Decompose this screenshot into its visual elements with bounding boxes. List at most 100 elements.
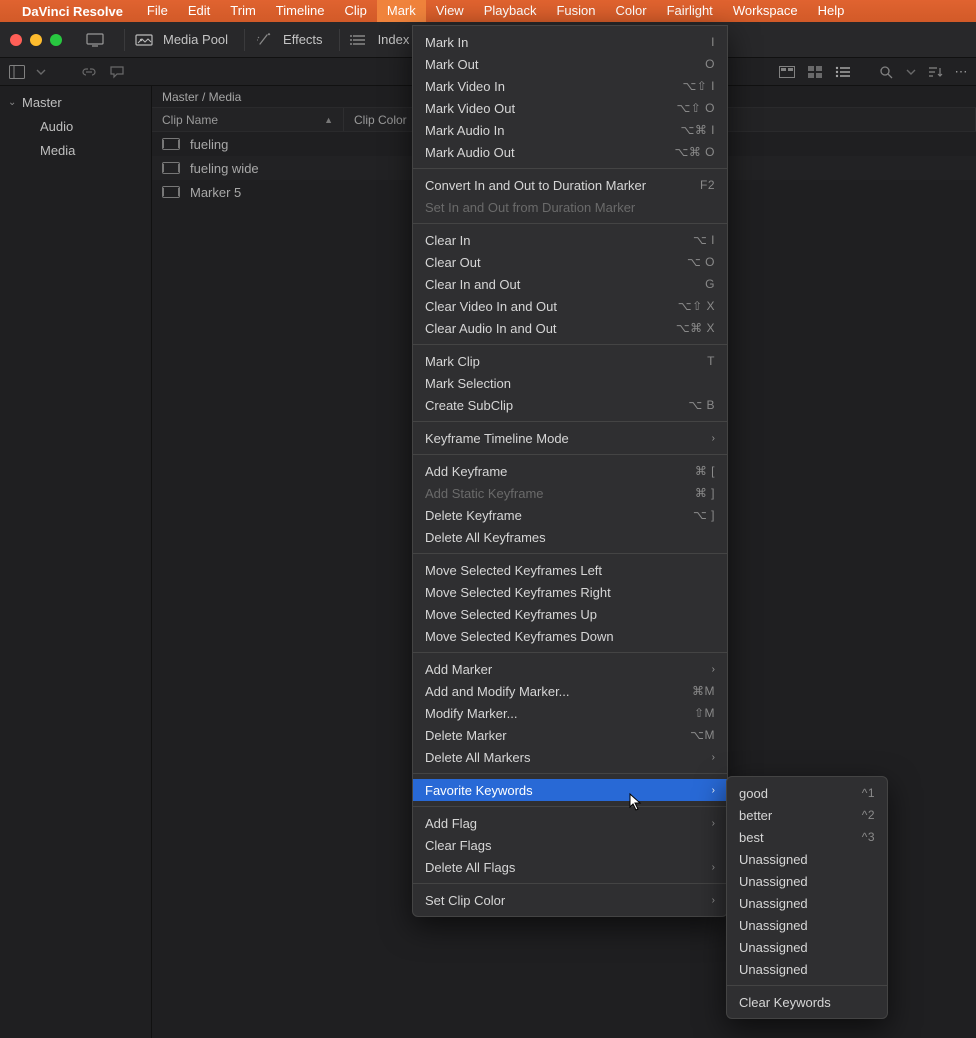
menu-item-move-selected-keyframes-right[interactable]: Move Selected Keyframes Right xyxy=(413,581,727,603)
menu-item-add-marker[interactable]: Add Marker› xyxy=(413,658,727,680)
menu-item-good[interactable]: good^1 xyxy=(727,782,887,804)
menu-clip[interactable]: Clip xyxy=(334,0,376,22)
menu-item-clear-out[interactable]: Clear Out⌥ O xyxy=(413,251,727,273)
menu-item-unassigned[interactable]: Unassigned xyxy=(727,914,887,936)
shortcut: ⌥⌘ O xyxy=(675,145,716,159)
menu-item-add-keyframe[interactable]: Add Keyframe⌘ [ xyxy=(413,460,727,482)
menu-item-add-static-keyframe: Add Static Keyframe⌘ ] xyxy=(413,482,727,504)
menu-item-label: Unassigned xyxy=(739,874,808,889)
menu-fusion[interactable]: Fusion xyxy=(546,0,605,22)
menu-item-mark-audio-in[interactable]: Mark Audio In⌥⌘ I xyxy=(413,119,727,141)
menu-item-move-selected-keyframes-down[interactable]: Move Selected Keyframes Down xyxy=(413,625,727,647)
chat-icon[interactable] xyxy=(108,64,126,80)
sort-asc-icon: ▲ xyxy=(324,115,333,125)
menu-item-mark-out[interactable]: Mark OutO xyxy=(413,53,727,75)
chevron-down-icon[interactable] xyxy=(906,64,916,80)
menu-item-unassigned[interactable]: Unassigned xyxy=(727,892,887,914)
menu-file[interactable]: File xyxy=(137,0,178,22)
sidebar-item-media[interactable]: Media xyxy=(0,138,151,162)
shortcut: F2 xyxy=(700,178,715,192)
menu-trim[interactable]: Trim xyxy=(220,0,266,22)
monitor-icon xyxy=(86,33,104,47)
menu-item-better[interactable]: better^2 xyxy=(727,804,887,826)
media-pool-button[interactable]: Media Pool xyxy=(135,32,234,47)
chevron-right-icon: › xyxy=(712,433,715,444)
menu-item-label: Add Marker xyxy=(425,662,492,677)
menu-item-label: Mark Audio In xyxy=(425,123,505,138)
display-toggle[interactable] xyxy=(86,33,114,47)
menu-item-delete-marker[interactable]: Delete Marker⌥M xyxy=(413,724,727,746)
menu-item-mark-in[interactable]: Mark InI xyxy=(413,31,727,53)
menu-item-unassigned[interactable]: Unassigned xyxy=(727,958,887,980)
view-list-button[interactable] xyxy=(834,64,852,80)
index-button[interactable]: Index xyxy=(350,32,416,47)
link-icon[interactable] xyxy=(80,64,98,80)
menu-item-clear-keywords[interactable]: Clear Keywords xyxy=(727,991,887,1013)
sidebar-item-audio[interactable]: Audio xyxy=(0,114,151,138)
close-window-button[interactable] xyxy=(10,34,22,46)
menu-item-mark-audio-out[interactable]: Mark Audio Out⌥⌘ O xyxy=(413,141,727,163)
chevron-down-icon[interactable] xyxy=(36,64,46,80)
menu-item-add-flag[interactable]: Add Flag› xyxy=(413,812,727,834)
panel-layout-button[interactable] xyxy=(8,64,26,80)
menu-item-unassigned[interactable]: Unassigned xyxy=(727,848,887,870)
menu-item-delete-keyframe[interactable]: Delete Keyframe⌥ ] xyxy=(413,504,727,526)
menu-view[interactable]: View xyxy=(426,0,474,22)
menu-item-set-clip-color[interactable]: Set Clip Color› xyxy=(413,889,727,911)
menu-item-move-selected-keyframes-up[interactable]: Move Selected Keyframes Up xyxy=(413,603,727,625)
sort-button[interactable] xyxy=(926,64,944,80)
menu-item-mark-video-out[interactable]: Mark Video Out⌥⇧ O xyxy=(413,97,727,119)
menu-item-favorite-keywords[interactable]: Favorite Keywords› xyxy=(413,779,727,801)
menu-item-label: Modify Marker... xyxy=(425,706,517,721)
sidebar-item-master[interactable]: ⌄ Master xyxy=(0,90,151,114)
menu-playback[interactable]: Playback xyxy=(474,0,547,22)
menu-item-delete-all-markers[interactable]: Delete All Markers› xyxy=(413,746,727,768)
app-name[interactable]: DaVinci Resolve xyxy=(22,4,123,19)
menu-separator xyxy=(413,454,727,455)
menu-item-mark-clip[interactable]: Mark ClipT xyxy=(413,350,727,372)
effects-button[interactable]: Effects xyxy=(255,32,329,47)
menu-item-clear-in-and-out[interactable]: Clear In and OutG xyxy=(413,273,727,295)
maximize-window-button[interactable] xyxy=(50,34,62,46)
shortcut: ^3 xyxy=(862,830,875,844)
shortcut: ⌥⇧ I xyxy=(682,79,715,93)
menu-timeline[interactable]: Timeline xyxy=(266,0,335,22)
menu-item-clear-in[interactable]: Clear In⌥ I xyxy=(413,229,727,251)
menu-item-clear-video-in-and-out[interactable]: Clear Video In and Out⌥⇧ X xyxy=(413,295,727,317)
menu-help[interactable]: Help xyxy=(808,0,855,22)
shortcut: G xyxy=(705,277,715,291)
view-grid-button[interactable] xyxy=(806,64,824,80)
column-clip-name[interactable]: Clip Name ▲ xyxy=(152,108,344,131)
menu-mark[interactable]: Mark xyxy=(377,0,426,22)
menu-item-clear-audio-in-and-out[interactable]: Clear Audio In and Out⌥⌘ X xyxy=(413,317,727,339)
menu-item-modify-marker[interactable]: Modify Marker...⇧M xyxy=(413,702,727,724)
options-button[interactable]: ⋯ xyxy=(954,64,968,80)
menu-separator xyxy=(413,223,727,224)
menu-item-delete-all-keyframes[interactable]: Delete All Keyframes xyxy=(413,526,727,548)
menu-fairlight[interactable]: Fairlight xyxy=(657,0,723,22)
menu-item-keyframe-timeline-mode[interactable]: Keyframe Timeline Mode› xyxy=(413,427,727,449)
menu-item-unassigned[interactable]: Unassigned xyxy=(727,870,887,892)
menu-item-mark-selection[interactable]: Mark Selection xyxy=(413,372,727,394)
menu-item-convert-in-and-out-to-duration-marker[interactable]: Convert In and Out to Duration MarkerF2 xyxy=(413,174,727,196)
menu-color[interactable]: Color xyxy=(605,0,656,22)
menu-item-create-subclip[interactable]: Create SubClip⌥ B xyxy=(413,394,727,416)
menu-item-unassigned[interactable]: Unassigned xyxy=(727,936,887,958)
menu-item-clear-flags[interactable]: Clear Flags xyxy=(413,834,727,856)
menu-item-label: Clear Video In and Out xyxy=(425,299,557,314)
view-filmstrip-button[interactable] xyxy=(778,64,796,80)
menu-item-move-selected-keyframes-left[interactable]: Move Selected Keyframes Left xyxy=(413,559,727,581)
menu-item-add-and-modify-marker[interactable]: Add and Modify Marker...⌘M xyxy=(413,680,727,702)
menu-item-mark-video-in[interactable]: Mark Video In⌥⇧ I xyxy=(413,75,727,97)
shortcut: ⌥ ] xyxy=(693,508,715,522)
chevron-right-icon: › xyxy=(712,752,715,763)
menu-item-label: Add Flag xyxy=(425,816,477,831)
menu-workspace[interactable]: Workspace xyxy=(723,0,808,22)
minimize-window-button[interactable] xyxy=(30,34,42,46)
menu-item-label: Delete Marker xyxy=(425,728,507,743)
menu-item-best[interactable]: best^3 xyxy=(727,826,887,848)
menu-edit[interactable]: Edit xyxy=(178,0,220,22)
search-button[interactable] xyxy=(878,64,896,80)
clip-icon xyxy=(162,186,180,198)
menu-item-delete-all-flags[interactable]: Delete All Flags› xyxy=(413,856,727,878)
